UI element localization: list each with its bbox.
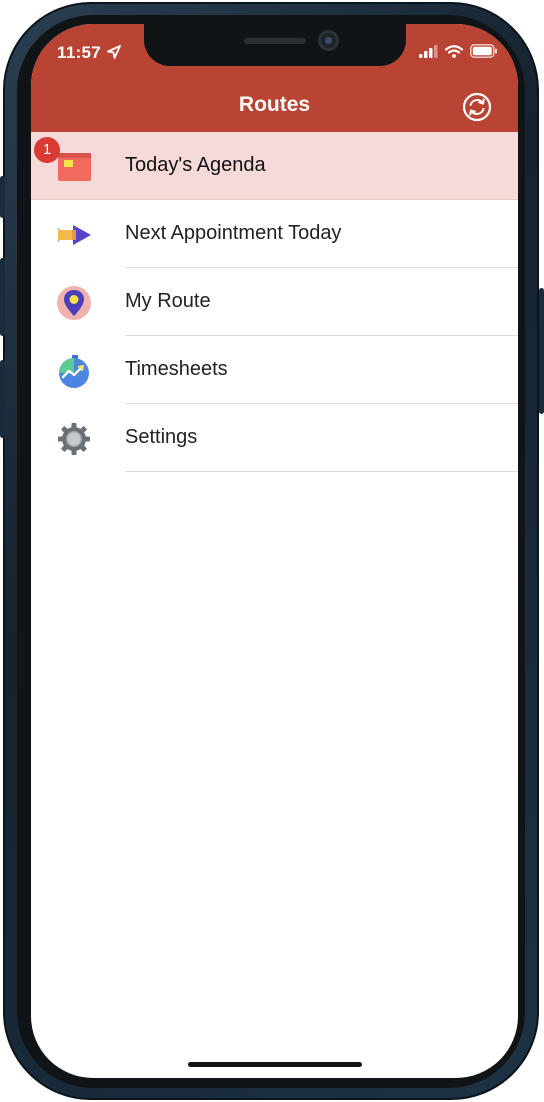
volume-down-button — [0, 360, 5, 438]
volume-up-button — [0, 258, 5, 336]
gear-icon — [55, 421, 93, 457]
refresh-icon — [462, 92, 492, 126]
main-menu: 1 Today's Agenda Next Appointment Today — [31, 132, 518, 472]
notch — [144, 24, 406, 66]
map-pin-icon — [55, 285, 93, 321]
menu-item-label: My Route — [125, 290, 211, 312]
menu-item-timesheets[interactable]: Timesheets — [31, 336, 518, 404]
stopwatch-icon — [55, 353, 93, 389]
location-arrow-icon — [107, 45, 121, 64]
home-indicator[interactable] — [188, 1062, 362, 1067]
wifi-icon — [444, 44, 464, 63]
battery-icon — [470, 44, 498, 63]
header-bar: 11:57 Routes — [31, 24, 518, 132]
refresh-button[interactable] — [462, 92, 492, 122]
front-camera — [318, 30, 339, 51]
cellular-signal-icon — [419, 44, 438, 63]
menu-item-label: Settings — [125, 426, 198, 448]
row-divider — [125, 471, 518, 472]
status-icons — [419, 44, 498, 63]
next-arrow-icon — [55, 217, 93, 253]
speaker-grille — [244, 38, 306, 44]
menu-item-todays-agenda[interactable]: 1 Today's Agenda — [31, 132, 518, 200]
power-button — [539, 288, 544, 414]
calendar-icon — [55, 149, 93, 185]
menu-item-settings[interactable]: Settings — [31, 404, 518, 472]
notification-badge: 1 — [34, 137, 60, 163]
menu-item-my-route[interactable]: My Route — [31, 268, 518, 336]
menu-item-next-appointment[interactable]: Next Appointment Today — [31, 200, 518, 268]
status-time: 11:57 — [57, 43, 102, 62]
app-screen: 11:57 Routes 1 Today's Agenda Next Appoi… — [31, 24, 518, 1078]
menu-item-label: Today's Agenda — [125, 154, 266, 176]
silent-switch — [0, 176, 5, 218]
page-title: Routes — [238, 93, 311, 116]
menu-item-label: Next Appointment Today — [125, 222, 342, 244]
menu-item-label: Timesheets — [125, 358, 228, 380]
